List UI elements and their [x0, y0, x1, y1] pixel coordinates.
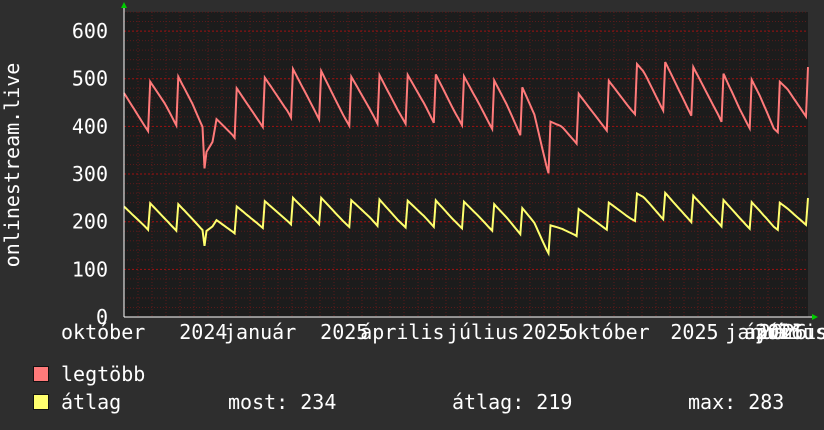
y-axis-arrow: [121, 2, 127, 8]
x-tick-label: 2025: [670, 320, 718, 344]
legend-max: legtöbb: [33, 362, 145, 386]
y-tick-label: 500: [72, 67, 108, 91]
x-tick-label: 2024: [179, 320, 227, 344]
y-tick-label: 100: [72, 257, 108, 281]
y-axis-label: onlinestream.live: [0, 63, 24, 268]
y-tick-label: 400: [72, 114, 108, 138]
y-tick-label: 600: [72, 19, 108, 43]
y-tick-label: 300: [72, 162, 108, 186]
y-tick-label: 200: [72, 210, 108, 234]
x-tick-label: április: [360, 320, 444, 344]
x-tick-label: július: [447, 320, 519, 344]
chart: 0100200300400500600október 2024január 2025…: [0, 2, 824, 344]
legend-max-label: legtöbb: [61, 362, 146, 386]
x-tick-label: 2025: [522, 320, 570, 344]
stat-max: max: 283: [688, 390, 785, 414]
x-tick-label: október: [61, 320, 145, 344]
legend-avg: átlag: [33, 390, 121, 414]
legend-avg-label: átlag: [61, 390, 122, 414]
stat-now: most: 234: [228, 390, 337, 414]
stat-average: átlag: 219: [452, 390, 573, 414]
x-tick-label: január: [224, 320, 296, 344]
legend-avg-swatch: [33, 394, 49, 410]
x-tick-label: október: [565, 320, 649, 344]
legend-max-swatch: [33, 366, 49, 382]
x-tick-label: 2026: [759, 320, 807, 344]
